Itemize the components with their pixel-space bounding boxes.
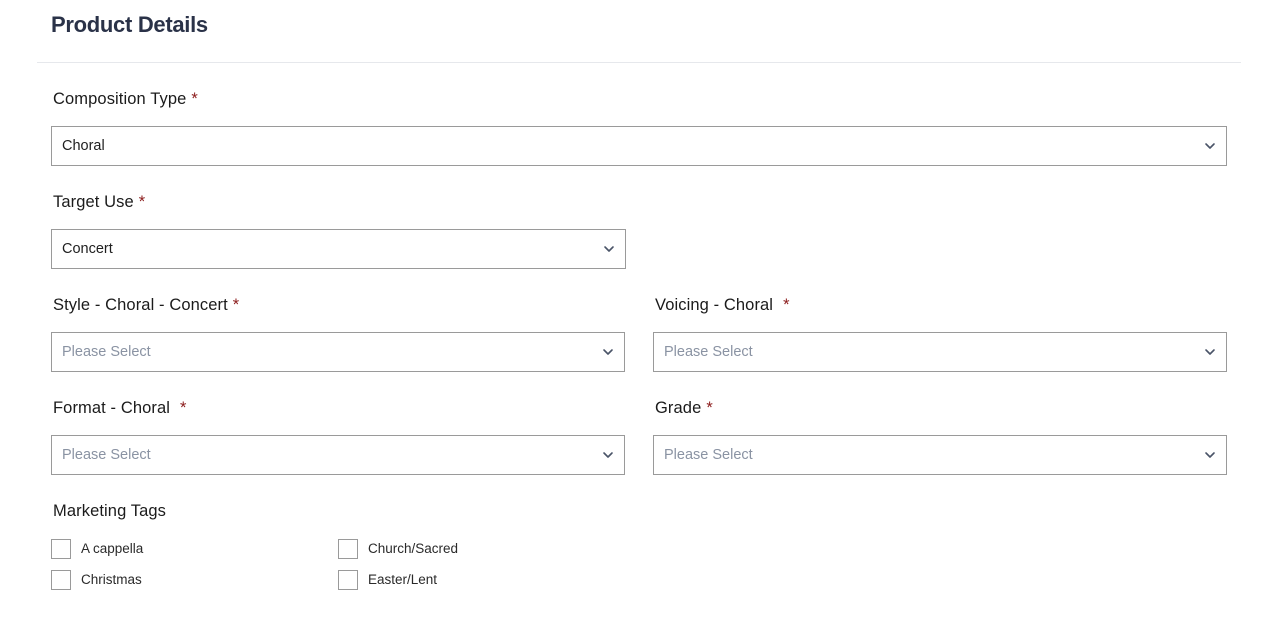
target-use-select[interactable]: Concert: [51, 229, 626, 269]
chevron-down-icon: [1205, 452, 1215, 458]
chevron-down-icon: [1205, 143, 1215, 149]
required-marker: *: [783, 296, 790, 314]
format-placeholder: Please Select: [62, 447, 151, 463]
voicing-select[interactable]: Please Select: [653, 332, 1227, 372]
style-placeholder: Please Select: [62, 344, 151, 360]
product-details-page: Product Details Composition Type * Choral…: [0, 0, 1280, 626]
composition-type-value: Choral: [62, 138, 105, 154]
chevron-down-icon: [603, 349, 613, 355]
style-label-text: Style - Choral - Concert: [53, 296, 228, 314]
voicing-label-text: Voicing - Choral: [655, 296, 774, 314]
chevron-down-icon: [604, 246, 614, 252]
target-use-value: Concert: [62, 241, 113, 257]
marketing-tags-label: Marketing Tags: [53, 502, 166, 520]
required-marker: *: [706, 399, 713, 417]
format-select[interactable]: Please Select: [51, 435, 625, 475]
required-marker: *: [232, 296, 240, 314]
checkbox-box[interactable]: [338, 539, 358, 559]
style-label: Style - Choral - Concert *: [53, 296, 239, 315]
section-divider: [37, 62, 1241, 63]
tag-label: Christmas: [81, 572, 142, 587]
checkbox-box[interactable]: [51, 539, 71, 559]
voicing-label: Voicing - Choral *: [655, 296, 790, 315]
tag-checkbox-christmas[interactable]: Christmas: [51, 570, 251, 590]
tag-checkbox-church-sacred[interactable]: Church/Sacred: [338, 539, 538, 559]
required-marker: *: [180, 399, 187, 417]
composition-type-select[interactable]: Choral: [51, 126, 1227, 166]
tag-label: Easter/Lent: [368, 572, 438, 587]
grade-label: Grade *: [655, 399, 713, 418]
tag-label: Church/Sacred: [368, 541, 459, 556]
checkbox-box[interactable]: [338, 570, 358, 590]
composition-type-label-text: Composition Type: [53, 90, 187, 108]
composition-type-label: Composition Type *: [53, 90, 198, 109]
format-label: Format - Choral *: [53, 399, 187, 418]
grade-select[interactable]: Please Select: [653, 435, 1227, 475]
chevron-down-icon: [603, 452, 613, 458]
section-title: Product Details: [51, 12, 208, 37]
format-label-text: Format - Choral: [53, 399, 171, 417]
checkbox-box[interactable]: [51, 570, 71, 590]
grade-placeholder: Please Select: [664, 447, 753, 463]
chevron-down-icon: [1205, 349, 1215, 355]
target-use-label-text: Target Use: [53, 193, 134, 211]
style-select[interactable]: Please Select: [51, 332, 625, 372]
target-use-label: Target Use *: [53, 193, 145, 212]
grade-label-text: Grade: [655, 399, 702, 417]
tag-label: A cappella: [81, 541, 144, 556]
required-marker: *: [191, 90, 198, 108]
tag-checkbox-easter-lent[interactable]: Easter/Lent: [338, 570, 538, 590]
required-marker: *: [138, 193, 146, 211]
tag-checkbox-a-cappella[interactable]: A cappella: [51, 539, 251, 559]
voicing-placeholder: Please Select: [664, 344, 753, 360]
